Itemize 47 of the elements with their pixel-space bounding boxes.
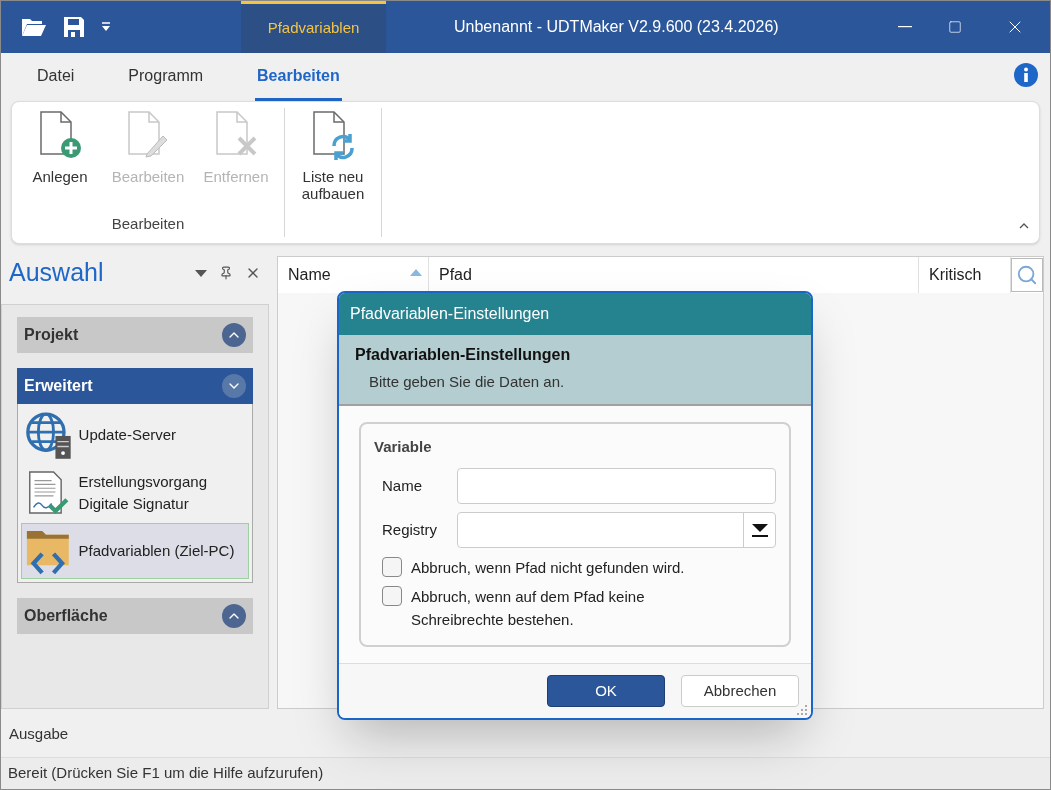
status-text: Bereit (Drücken Sie F1 um die Hilfe aufzurufen) [8, 763, 324, 784]
dialog-title: Pfadvariablen-Einstellungen [350, 304, 550, 324]
sort-indicator-icon [410, 269, 422, 276]
dialog-button[interactable]: Abbrechen [681, 675, 799, 707]
minimize-icon [898, 26, 912, 28]
document-plus-icon [37, 110, 83, 160]
section-header[interactable]: Oberfläche [17, 598, 253, 634]
field-label: Name [381, 475, 423, 496]
info-icon[interactable] [1014, 63, 1038, 87]
document-refresh-icon [310, 110, 356, 160]
ribbon-button[interactable]: Anlegen [16, 108, 104, 213]
resize-grip-icon[interactable] [797, 705, 807, 715]
save-icon[interactable] [63, 16, 85, 38]
panel-title: Auswahl [9, 257, 104, 289]
section-header[interactable]: Erweitert [17, 368, 253, 404]
group-label: Variable [374, 436, 433, 457]
sidebar-item[interactable]: Erstellungsvorgang Digitale Signatur [21, 465, 249, 521]
customize-dropdown-icon[interactable] [101, 22, 111, 32]
checkbox-label: Abbruch, wenn auf dem Pfad keine Schreibrechte bestehen. [411, 587, 646, 630]
search-button[interactable] [1011, 258, 1043, 292]
checkbox[interactable] [382, 557, 402, 577]
dialog-button[interactable]: OK [547, 675, 665, 707]
checkbox[interactable] [382, 586, 402, 606]
ribbon-tab[interactable]: Programm [126, 64, 206, 101]
dialog-heading: Pfadvariablen-Einstellungen [355, 345, 572, 365]
section-header[interactable]: Projekt [17, 317, 253, 353]
sidebar-item[interactable]: Pfadvariablen (Ziel-PC) [21, 523, 249, 579]
text-field[interactable] [457, 468, 776, 504]
dropdown-field[interactable] [457, 512, 776, 548]
maximize-icon [948, 20, 962, 34]
context-tab[interactable]: Pfadvariablen [241, 1, 386, 53]
ribbon-tab[interactable]: Datei [35, 64, 77, 101]
search-icon [1016, 264, 1038, 286]
globe-server-icon [25, 410, 73, 460]
collapse-ribbon-icon[interactable] [1019, 223, 1029, 229]
window-title: Unbenannt - UDTMaker V2.9.600 (23.4.2026) [454, 17, 779, 37]
ribbon-button[interactable]: Liste neu aufbauen [289, 108, 377, 237]
dialog-subtitle: Bitte geben Sie die Daten an. [368, 372, 566, 392]
folder-icon[interactable] [21, 17, 47, 37]
field-label: Registry [381, 519, 438, 540]
output-tab[interactable]: Ausgabe [9, 723, 69, 746]
dropdown-arrow-icon [751, 523, 768, 537]
checkbox-label: Abbruch, wenn Pfad nicht gefunden wird. [411, 558, 686, 578]
dropdown-icon[interactable] [195, 269, 207, 277]
sidebar-item[interactable]: Update-Server [21, 407, 249, 463]
pin-icon[interactable] [219, 266, 233, 280]
ribbon-group-label: Bearbeiten [110, 213, 186, 234]
